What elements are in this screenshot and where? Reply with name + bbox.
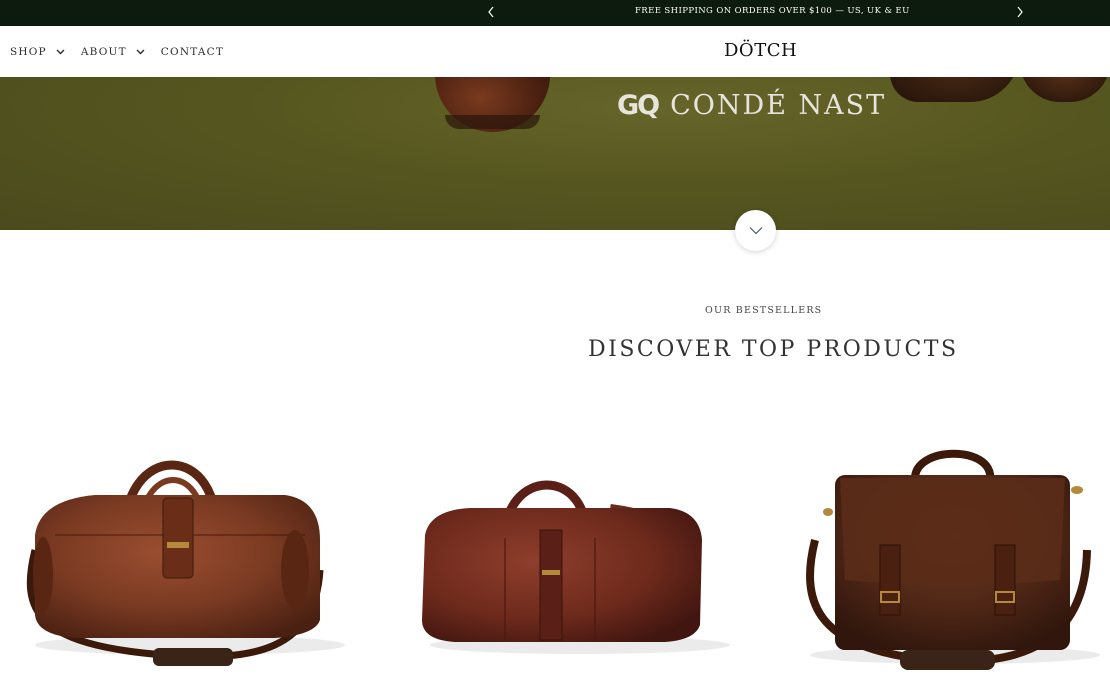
- chevron-down-icon: [749, 227, 762, 235]
- shoe-image: [1020, 77, 1110, 102]
- section-kicker: OUR BESTSELLERS: [705, 305, 823, 316]
- chevron-left-icon: [488, 6, 494, 18]
- product-card[interactable]: [795, 430, 1110, 695]
- site-header: SHOP ABOUT CONTACT DÖTCH: [0, 26, 1110, 77]
- nav-item-label: ABOUT: [80, 45, 127, 58]
- announcement-text: FREE SHIPPING ON ORDERS OVER $100 — US, …: [635, 6, 910, 16]
- chevron-down-icon: [56, 47, 65, 56]
- product-image: [26, 460, 345, 666]
- chevron-down-icon: [136, 47, 145, 56]
- conde-nast-logo: CONDÉ NAST: [670, 90, 887, 121]
- nav-item-label: SHOP: [10, 45, 47, 58]
- press-logos: GQ CONDÉ NAST: [617, 90, 886, 121]
- product-image: [806, 449, 1100, 670]
- gq-logo: GQ: [617, 90, 660, 121]
- shoe-image: [890, 77, 1020, 102]
- scroll-down-button[interactable]: [735, 210, 776, 251]
- section-title: DISCOVER TOP PRODUCTS: [588, 337, 959, 362]
- nav-item-label: CONTACT: [160, 45, 225, 58]
- nav-item-shop[interactable]: SHOP: [10, 46, 65, 58]
- nav-item-contact[interactable]: CONTACT: [161, 46, 224, 58]
- announcement-bar: FREE SHIPPING ON ORDERS OVER $100 — US, …: [0, 0, 1110, 26]
- announcement-prev-button[interactable]: [484, 4, 498, 20]
- product-card[interactable]: [410, 430, 740, 695]
- product-card[interactable]: [15, 430, 355, 695]
- product-image: [422, 480, 730, 654]
- hero-banner: GQ CONDÉ NAST: [0, 77, 1110, 230]
- main-nav: SHOP ABOUT CONTACT: [10, 26, 224, 77]
- nav-item-about[interactable]: ABOUT: [81, 46, 145, 58]
- shoe-sole-shadow: [445, 115, 540, 129]
- announcement-next-button[interactable]: [1013, 4, 1027, 20]
- chevron-right-icon: [1017, 6, 1023, 18]
- site-logo[interactable]: DÖTCH: [724, 40, 797, 61]
